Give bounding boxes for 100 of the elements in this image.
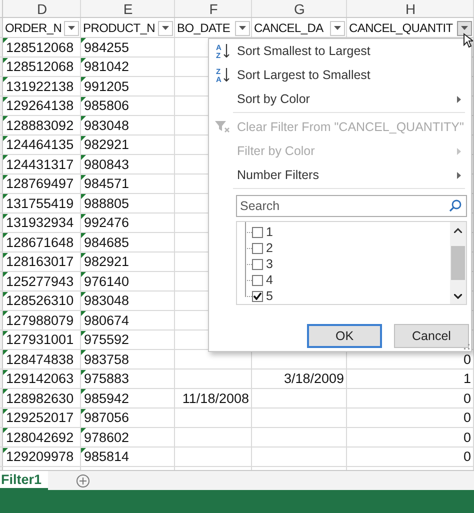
submenu-arrow-icon — [457, 148, 461, 154]
cell-value: 985814 — [84, 449, 130, 464]
checkbox[interactable] — [252, 226, 263, 238]
cell-value: 131922138 — [6, 78, 74, 94]
checkbox[interactable] — [252, 290, 263, 302]
error-indicator-icon — [81, 252, 86, 258]
chevron-up-icon[interactable] — [454, 228, 462, 232]
error-indicator-icon — [3, 174, 8, 180]
cell-value: 128512068 — [6, 59, 74, 74]
error-indicator-icon — [81, 408, 86, 414]
error-indicator-icon — [81, 350, 86, 355]
error-indicator-icon — [3, 448, 8, 452]
error-indicator-icon — [3, 136, 8, 140]
cell-value: 11/18/2008 — [182, 390, 249, 406]
cell-value: 975592 — [84, 332, 130, 348]
cell-value: 129264138 — [6, 98, 74, 114]
checkbox[interactable] — [252, 242, 263, 254]
cell-value: 124431317 — [6, 156, 74, 172]
value-label: 5 — [266, 289, 273, 303]
cell-value: 131755419 — [6, 196, 74, 211]
error-indicator-icon — [81, 194, 86, 199]
error-indicator-icon — [81, 38, 86, 43]
cell-value: 3/18/2009 — [284, 371, 344, 386]
cell-value: 129252017 — [6, 410, 74, 426]
value-label: 1 — [266, 225, 273, 239]
checkbox[interactable] — [252, 258, 263, 270]
cell-value: 975883 — [84, 371, 130, 386]
cell-value: 128474838 — [6, 352, 74, 367]
value-label: 4 — [266, 273, 273, 287]
filter-dropdown-button[interactable] — [64, 20, 79, 36]
cell-value: 0 — [463, 390, 471, 406]
error-indicator-icon — [3, 272, 8, 277]
error-indicator-icon — [3, 194, 8, 199]
cell-value: 0 — [463, 410, 471, 426]
error-indicator-icon — [81, 96, 86, 102]
ok-button[interactable]: OK — [307, 324, 382, 348]
cell-value: 0 — [463, 449, 471, 464]
cell-value: 127988079 — [6, 312, 74, 328]
error-indicator-icon — [3, 58, 8, 62]
cell-value: 128512068 — [6, 40, 74, 55]
cell-value: 978602 — [84, 430, 130, 445]
error-indicator-icon — [3, 214, 8, 218]
cell-value: 129142063 — [6, 371, 74, 386]
error-indicator-icon — [81, 58, 86, 62]
caret-icon — [334, 26, 341, 30]
error-indicator-icon — [3, 389, 8, 394]
filter-dropdown-button[interactable] — [457, 20, 472, 36]
column-letter[interactable]: G — [294, 0, 305, 16]
column-letter[interactable]: E — [123, 0, 133, 16]
cell-value: 127931001 — [6, 332, 74, 348]
cell-value: 0 — [463, 352, 471, 367]
error-indicator-icon — [81, 292, 86, 296]
error-indicator-icon — [81, 214, 86, 218]
error-indicator-icon — [3, 428, 8, 433]
cell-value: 128769497 — [6, 176, 74, 192]
caret-icon — [239, 26, 246, 30]
resize-grip-icon[interactable] — [464, 344, 470, 350]
add-sheet-icon[interactable] — [76, 474, 90, 488]
filter-dropdown-button[interactable] — [158, 20, 173, 36]
submenu-arrow-icon — [457, 96, 461, 102]
error-indicator-icon — [3, 292, 8, 296]
column-letter[interactable]: H — [405, 0, 416, 16]
cell-value: 988805 — [84, 196, 130, 211]
cell-value: 129209978 — [6, 449, 74, 464]
cell-value: 982921 — [84, 254, 130, 270]
cell-value: 125277943 — [6, 274, 74, 289]
filter-dropdown-button[interactable] — [235, 20, 250, 36]
column-letter[interactable]: D — [36, 0, 48, 16]
error-indicator-icon — [81, 448, 86, 452]
sheet-tab[interactable]: Filter1 — [0, 471, 48, 490]
scrollbar[interactable] — [450, 222, 466, 304]
caret-icon — [68, 26, 75, 30]
cell-value: 0 — [463, 430, 471, 445]
error-indicator-icon — [81, 370, 86, 374]
column-letter[interactable]: F — [209, 0, 218, 16]
cell-value: 981042 — [84, 59, 130, 74]
cell-value: 128883092 — [6, 118, 74, 133]
cell-value: 128982630 — [6, 390, 74, 406]
value-label: 2 — [266, 241, 273, 255]
search-field[interactable]: Search — [236, 195, 467, 217]
column-header: ORDER_N — [5, 21, 62, 35]
clear-filter-icon — [215, 120, 231, 134]
column-header: PRODUCT_N — [83, 21, 155, 35]
error-indicator-icon — [81, 77, 86, 82]
cell-value: 128526310 — [6, 293, 74, 308]
error-indicator-icon — [3, 350, 8, 355]
cell-value: 985942 — [84, 390, 130, 406]
error-indicator-icon — [3, 233, 8, 238]
cell-value: 984571 — [84, 176, 130, 192]
search-icon — [449, 199, 462, 212]
caret-icon — [461, 26, 468, 30]
cancel-button[interactable]: Cancel — [394, 324, 469, 348]
checkbox[interactable] — [252, 274, 263, 286]
filter-dropdown-button[interactable] — [330, 20, 345, 36]
chevron-down-icon[interactable] — [454, 294, 462, 298]
column-header: CANCEL_DA — [254, 21, 324, 35]
error-indicator-icon — [3, 38, 8, 43]
cell-value: 1 — [463, 371, 471, 386]
error-indicator-icon — [3, 77, 8, 82]
cell-value: 131932934 — [6, 215, 74, 230]
